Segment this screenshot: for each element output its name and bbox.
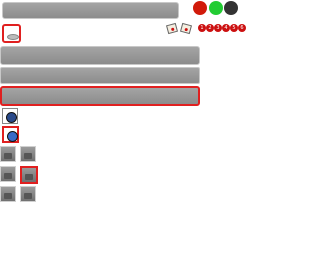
marker-2[interactable]: 2	[206, 24, 214, 32]
unlock-tile-1-1[interactable]	[20, 166, 38, 184]
unlock-icon	[25, 174, 33, 180]
unlock-tile-2-1[interactable]	[20, 186, 36, 202]
unlock-icon	[4, 173, 12, 179]
unlock-tile-1-0[interactable]	[0, 166, 16, 182]
oval-icon	[7, 34, 19, 40]
bar-3[interactable]	[0, 86, 200, 106]
marker-5[interactable]: 5	[230, 24, 238, 32]
close-button[interactable]	[193, 1, 207, 15]
marker-3[interactable]: 3	[214, 24, 222, 32]
maximize-button[interactable]	[209, 1, 223, 15]
unlock-tile-0-1[interactable]	[20, 146, 36, 162]
bar-2[interactable]	[0, 67, 200, 84]
oval-tool-button[interactable]	[2, 24, 21, 43]
unlock-tile-0-0[interactable]	[0, 146, 16, 162]
unlock-icon	[24, 193, 32, 199]
marker-1[interactable]: 1	[198, 24, 206, 32]
unlock-icon	[4, 153, 12, 159]
globe-icon	[7, 131, 18, 142]
globe-button-selected[interactable]	[2, 126, 19, 143]
bar-1[interactable]	[0, 46, 200, 65]
unlock-tile-2-0[interactable]	[0, 186, 16, 202]
globe-icon	[6, 112, 17, 123]
unlock-icon	[24, 153, 32, 159]
marker-6[interactable]: 6	[238, 24, 246, 32]
globe-button[interactable]	[2, 108, 18, 124]
note-icon[interactable]	[180, 22, 192, 35]
title-bar	[2, 2, 179, 19]
minimize-button[interactable]	[224, 1, 238, 15]
marker-4[interactable]: 4	[222, 24, 230, 32]
unlock-icon	[4, 193, 12, 199]
note-icon[interactable]	[166, 22, 178, 35]
